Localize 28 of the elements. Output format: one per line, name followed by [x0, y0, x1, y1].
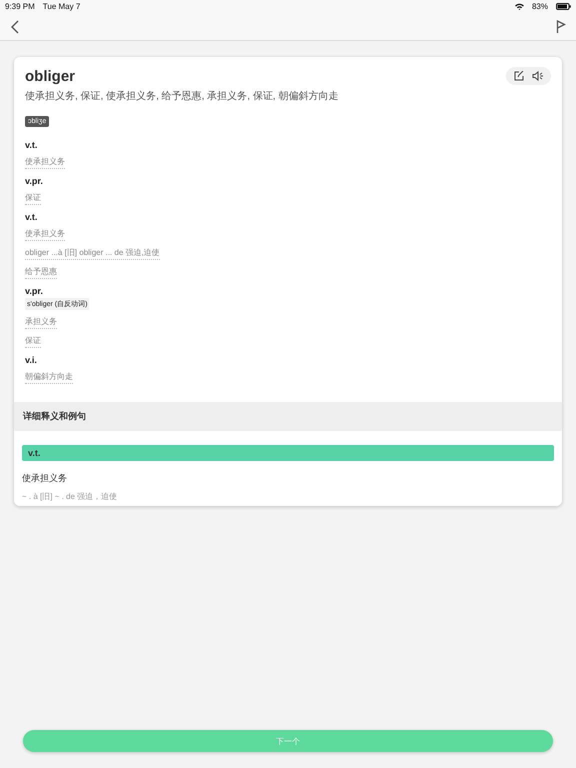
meaning-text: 使承担义务	[22, 472, 68, 485]
headword: obliger	[25, 68, 76, 84]
sense-link[interactable]: 使承担义务	[25, 228, 65, 241]
sense-link[interactable]: 使承担义务	[25, 156, 65, 169]
part-of-speech: v.i.	[25, 355, 38, 365]
sense-link[interactable]: 朝偏斜方向走	[25, 371, 73, 384]
sense-link[interactable]: 保证	[25, 192, 41, 205]
example-text: ~ . à [旧] ~ . de 强迫，迫使	[22, 491, 118, 502]
battery-icon	[556, 3, 571, 10]
part-of-speech: v.t.	[25, 212, 38, 222]
part-of-speech: v.t.	[25, 140, 38, 150]
pos-band: v.t.	[22, 445, 554, 461]
sense-link[interactable]: 承担义务	[25, 316, 57, 329]
sense-link[interactable]: 给予恩惠	[25, 266, 57, 279]
status-time: 9:39 PM	[5, 2, 35, 11]
status-date: Tue May 7	[42, 2, 80, 11]
sense-link[interactable]: 保证	[25, 335, 41, 348]
part-of-speech: v.pr.	[25, 176, 44, 186]
speaker-icon[interactable]	[532, 71, 543, 81]
summary-text: 使承担义务, 保证, 使承担义务, 给予恩惠, 承担义务, 保证, 朝偏斜方向走	[25, 90, 340, 103]
battery-percent: 83%	[532, 2, 548, 11]
flag-icon[interactable]	[556, 20, 566, 34]
wifi-icon	[514, 3, 524, 10]
details-header: 详细释义和例句	[14, 402, 562, 431]
edit-icon[interactable]	[514, 71, 524, 81]
back-icon[interactable]	[10, 20, 20, 34]
sense-link[interactable]: obliger ...à [旧] obliger ... de 强迫,迫使	[25, 247, 160, 260]
part-of-speech: v.pr.	[25, 286, 44, 296]
